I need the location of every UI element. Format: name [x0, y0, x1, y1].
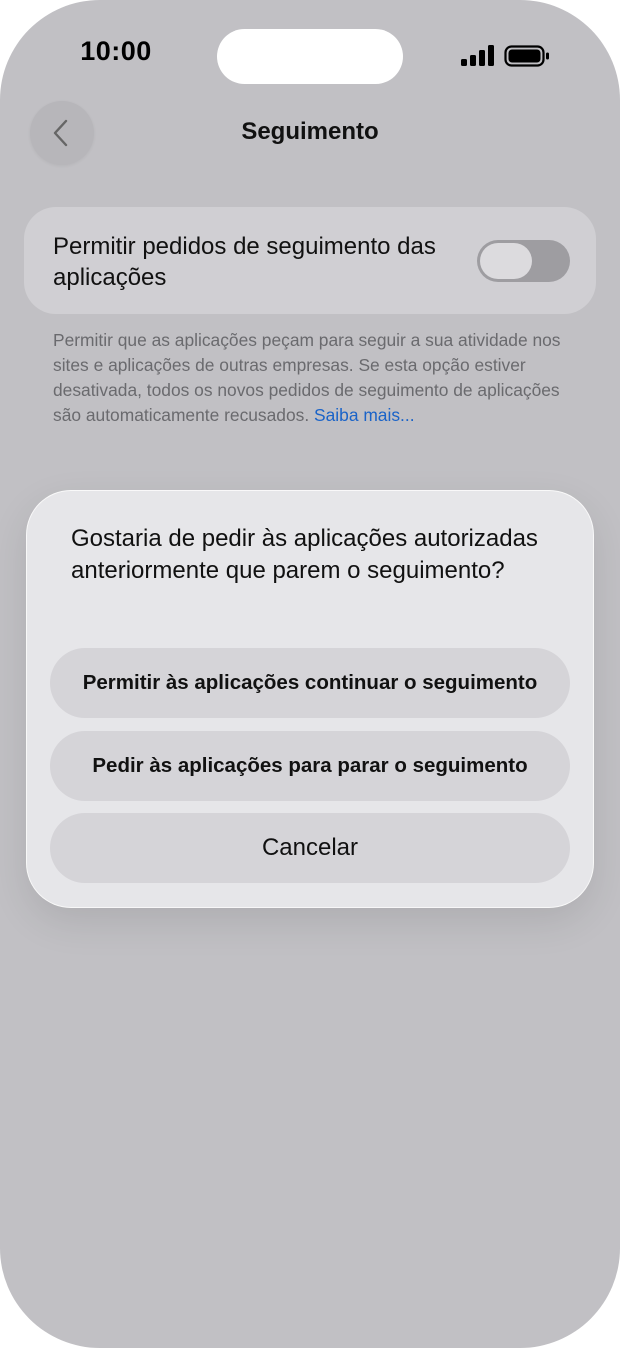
tracking-description-text: Permitir que as aplicações peçam para se…: [53, 330, 561, 425]
cancel-button[interactable]: Cancelar: [50, 813, 570, 883]
tracking-settings-group: Permitir pedidos de seguimento das aplic…: [24, 207, 596, 314]
back-button[interactable]: [30, 101, 94, 165]
action-sheet: Gostaria de pedir às aplicações autoriza…: [27, 491, 593, 907]
ask-stop-tracking-button[interactable]: Pedir às aplicações para parar o seguime…: [50, 731, 570, 801]
signal-icon: [461, 45, 494, 66]
sheet-question: Gostaria de pedir às aplicações autoriza…: [71, 525, 538, 584]
learn-more-link[interactable]: Saiba mais...: [314, 405, 415, 425]
page-title: Seguimento: [241, 118, 379, 145]
battery-icon: [504, 45, 549, 67]
chevron-left-icon: [53, 119, 68, 147]
tracking-description: Permitir que as aplicações peçam para se…: [53, 328, 563, 428]
allow-continue-tracking-button[interactable]: Permitir às aplicações continuar o segui…: [50, 648, 570, 718]
allow-tracking-label: Permitir pedidos de seguimento das aplic…: [53, 233, 436, 291]
dynamic-island: [217, 29, 403, 84]
status-time: 10:00: [80, 36, 152, 66]
toggle-knob: [480, 243, 532, 279]
allow-tracking-toggle[interactable]: [477, 240, 570, 282]
phone-screen: 10:00 Seguimento Permitir pedidos de seg…: [0, 0, 620, 1348]
